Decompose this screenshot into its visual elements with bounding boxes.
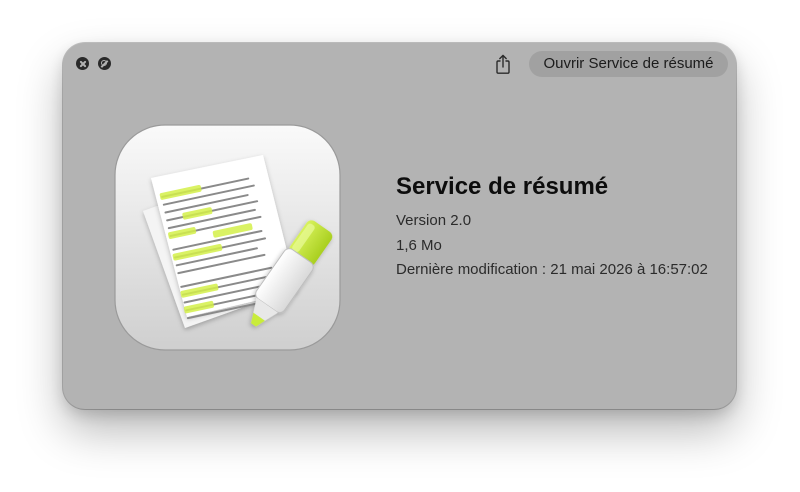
summary-service-app-icon [114,124,341,351]
app-name: Service de résumé [396,173,609,200]
hide-icon[interactable] [98,57,111,70]
app-size: 1,6 Mo [396,236,442,254]
close-icon[interactable] [76,57,89,70]
open-app-button[interactable]: Ouvrir Service de résumé [529,51,728,77]
app-modified-date: Dernière modification : 21 mai 2026 à 16… [396,261,708,278]
quick-look-window: Ouvrir Service de résumé Service de résu… [63,43,736,409]
app-version: Version 2.0 [396,212,472,229]
share-icon[interactable] [493,52,513,76]
app-info: Service de résumé Version 2.0 1,6 Mo Der… [396,171,708,283]
